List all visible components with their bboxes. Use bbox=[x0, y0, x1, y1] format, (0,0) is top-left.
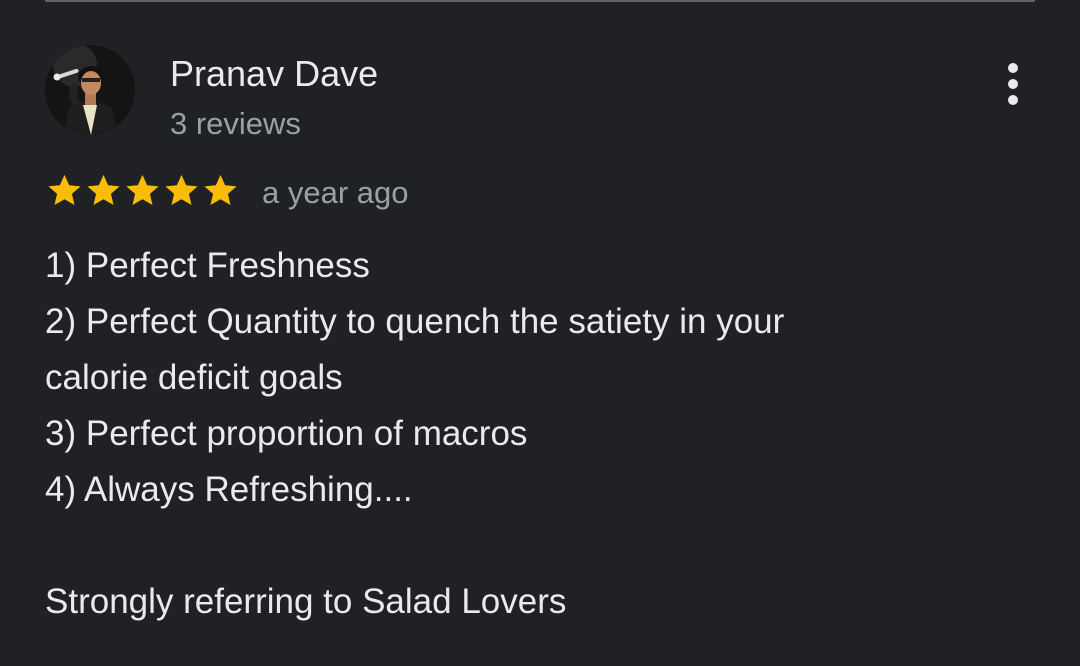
review-text-line: Strongly referring to Salad Lovers bbox=[45, 582, 567, 621]
review-text-line: 4) Always Refreshing.... bbox=[45, 470, 413, 509]
star-icon bbox=[126, 174, 159, 206]
review-text-line: 2) Perfect Quantity to quench the satiet… bbox=[45, 302, 785, 341]
review-text-line bbox=[45, 518, 1035, 574]
more-vert-icon-dot bbox=[1008, 95, 1018, 105]
star-icon bbox=[165, 174, 198, 206]
avatar-photo bbox=[45, 45, 135, 135]
avatar[interactable] bbox=[45, 45, 135, 135]
more-vert-icon bbox=[1008, 63, 1018, 73]
reviewer-review-count[interactable]: 3 reviews bbox=[170, 104, 301, 144]
top-divider bbox=[45, 0, 1035, 2]
more-vert-icon-dot bbox=[1008, 79, 1018, 89]
star-icon bbox=[204, 174, 237, 206]
more-options-button[interactable] bbox=[992, 60, 1034, 108]
review-text: 1) Perfect Freshness 2) Perfect Quantity … bbox=[45, 238, 1035, 630]
review-text-line: calorie deficit goals bbox=[45, 358, 343, 397]
star-rating bbox=[45, 170, 240, 212]
star-icon bbox=[48, 174, 81, 206]
review-text-line: 3) Perfect proportion of macros bbox=[45, 414, 528, 453]
review-date: a year ago bbox=[262, 175, 409, 210]
reviewer-name[interactable]: Pranav Dave bbox=[170, 52, 378, 96]
star-icon bbox=[87, 174, 120, 206]
review-text-line: 1) Perfect Freshness bbox=[45, 246, 370, 285]
review-card: Pranav Dave 3 reviews a year ago 1) Perf… bbox=[0, 0, 1080, 666]
